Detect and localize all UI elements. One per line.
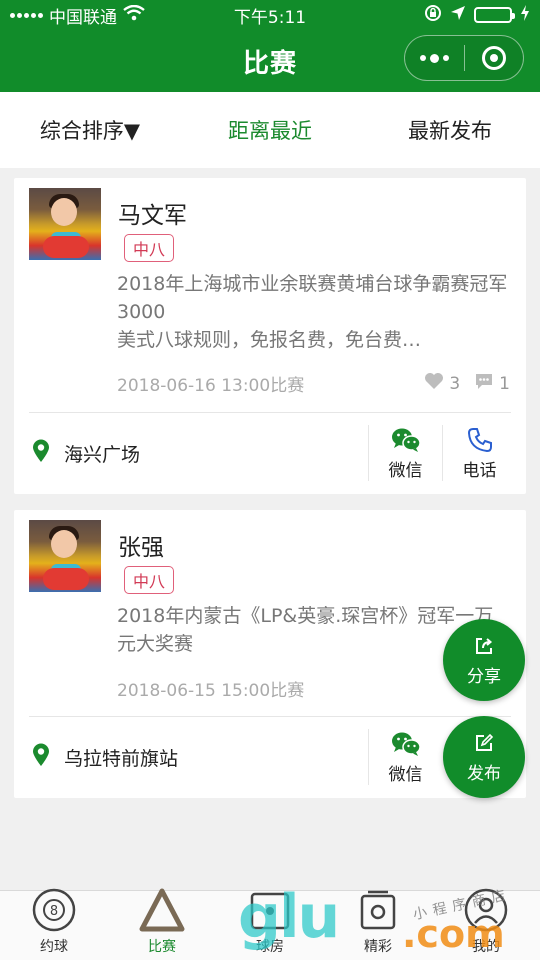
status-left: 中国联通 bbox=[10, 3, 145, 28]
wechat-icon bbox=[391, 426, 421, 454]
user-profile-icon bbox=[464, 888, 508, 932]
publish-label: 发布 bbox=[467, 763, 501, 784]
more-dots-icon bbox=[419, 53, 449, 63]
card-stats: 3 1 bbox=[424, 372, 510, 395]
location-pin-icon bbox=[32, 743, 50, 772]
heart-icon bbox=[424, 372, 444, 395]
tab-wode[interactable]: 我的 bbox=[432, 888, 540, 960]
organizer-name: 马文军 bbox=[118, 203, 187, 229]
phone-button[interactable]: 电话 bbox=[442, 425, 516, 481]
comment-count: 1 bbox=[499, 373, 510, 394]
sort-bar: 综合排序▼ 距离最近 最新发布 bbox=[0, 92, 540, 168]
location-name: 乌拉特前旗站 bbox=[64, 747, 179, 770]
match-description: 2018年上海城市业余联赛黄埔台球争霸赛冠军3000 美式八球规则，免报名费，免… bbox=[117, 273, 508, 351]
organizer-name: 张强 bbox=[118, 535, 164, 561]
game-type-badge: 中八 bbox=[124, 234, 175, 262]
sort-newest[interactable]: 最新发布 bbox=[360, 115, 540, 145]
share-icon bbox=[474, 634, 494, 658]
tab-label: 精彩 bbox=[364, 939, 392, 955]
more-menu-button[interactable] bbox=[405, 36, 464, 80]
signal-icon bbox=[10, 12, 43, 18]
charging-icon bbox=[520, 4, 530, 26]
carrier-label: 中国联通 bbox=[49, 7, 117, 28]
page-title: 比赛 bbox=[242, 48, 297, 79]
card-body[interactable]: 张强 中八 2018年内蒙古《LP&英豪.琛宫杯》冠军一万元大奖赛 2018-0… bbox=[14, 510, 526, 716]
tab-bisai[interactable]: 比赛 bbox=[108, 888, 216, 960]
tab-qiufang[interactable]: 球房 bbox=[216, 891, 324, 960]
close-mini-program-button[interactable] bbox=[465, 36, 524, 80]
highlights-icon bbox=[356, 888, 400, 932]
tab-yueqiu[interactable]: 8 约球 bbox=[0, 888, 108, 960]
wechat-label: 微信 bbox=[388, 764, 423, 785]
like-count: 3 bbox=[449, 373, 461, 394]
tab-label: 约球 bbox=[40, 939, 68, 955]
wifi-icon bbox=[123, 4, 145, 26]
wechat-label: 微信 bbox=[388, 460, 423, 481]
comment-icon bbox=[474, 372, 494, 395]
edit-icon bbox=[474, 731, 494, 755]
status-right bbox=[424, 4, 530, 27]
avatar[interactable] bbox=[29, 520, 101, 592]
like-stat[interactable]: 3 bbox=[424, 372, 460, 395]
phone-icon bbox=[467, 426, 493, 454]
svg-text:8: 8 bbox=[50, 904, 58, 919]
tab-bar: 8 约球 比赛 球房 精彩 我的 bbox=[0, 888, 540, 960]
nav-bar: 比赛 bbox=[0, 30, 540, 92]
tab-label: 球房 bbox=[256, 939, 284, 955]
comment-stat[interactable]: 1 bbox=[474, 372, 510, 395]
match-meta: 2018-06-16 13:00比赛 3 1 bbox=[117, 371, 510, 396]
tab-label: 我的 bbox=[472, 939, 500, 955]
close-target-icon bbox=[481, 46, 506, 70]
match-time: 2018-06-15 15:00比赛 bbox=[117, 681, 305, 701]
location-arrow-icon bbox=[450, 5, 466, 26]
share-label: 分享 bbox=[467, 666, 501, 687]
rotation-lock-icon bbox=[424, 4, 442, 27]
phone-label: 电话 bbox=[462, 460, 497, 481]
share-fab[interactable]: 分享 bbox=[443, 619, 525, 701]
location-link[interactable]: 海兴广场 bbox=[14, 439, 368, 468]
wechat-button[interactable]: 微信 bbox=[368, 729, 442, 785]
billiard-ball-icon: 8 bbox=[32, 888, 76, 932]
status-bar: 中国联通 下午5:11 bbox=[0, 0, 540, 30]
triangle-rack-icon bbox=[139, 888, 185, 932]
tab-jingcai[interactable]: 精彩 bbox=[324, 888, 432, 960]
wechat-button[interactable]: 微信 bbox=[368, 425, 442, 481]
location-link[interactable]: 乌拉特前旗站 bbox=[14, 743, 368, 772]
card-body[interactable]: 马文军 中八 2018年上海城市业余联赛黄埔台球争霸赛冠军3000 美式八球规则… bbox=[14, 178, 526, 412]
sort-nearest[interactable]: 距离最近 bbox=[180, 115, 360, 145]
game-type-badge: 中八 bbox=[124, 566, 175, 594]
location-name: 海兴广场 bbox=[64, 443, 141, 466]
match-time: 2018-06-16 13:00比赛 bbox=[117, 376, 305, 396]
wechat-icon bbox=[391, 730, 421, 758]
location-pin-icon bbox=[32, 439, 50, 468]
match-card[interactable]: 马文军 中八 2018年上海城市业余联赛黄埔台球争霸赛冠军3000 美式八球规则… bbox=[14, 178, 526, 494]
avatar[interactable] bbox=[29, 188, 101, 260]
tab-label: 比赛 bbox=[148, 939, 176, 955]
publish-fab[interactable]: 发布 bbox=[443, 716, 525, 798]
card-footer: 海兴广场 微信 电话 bbox=[14, 412, 526, 494]
battery-icon bbox=[474, 7, 515, 23]
mini-program-capsule bbox=[404, 35, 524, 81]
pool-table-icon bbox=[248, 888, 292, 932]
sort-composite[interactable]: 综合排序▼ bbox=[0, 115, 180, 145]
